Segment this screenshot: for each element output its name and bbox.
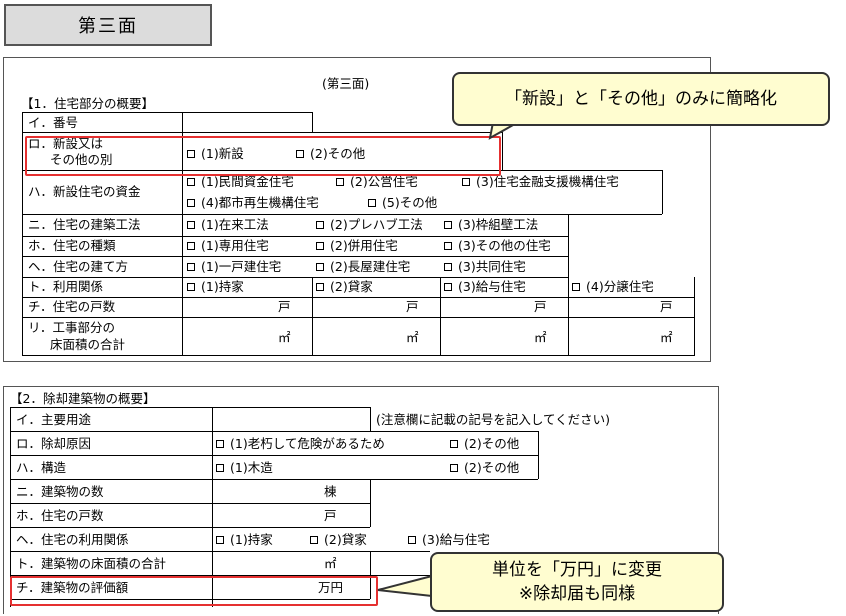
callout-unit-change-line2: ※除却届も同様	[518, 584, 636, 604]
callout-pointer-2	[377, 574, 433, 598]
callout-unit-change-line1: 単位を「万円」に変更	[492, 560, 662, 580]
callout-unit-change: 単位を「万円」に変更 ※除却届も同様	[430, 552, 724, 612]
